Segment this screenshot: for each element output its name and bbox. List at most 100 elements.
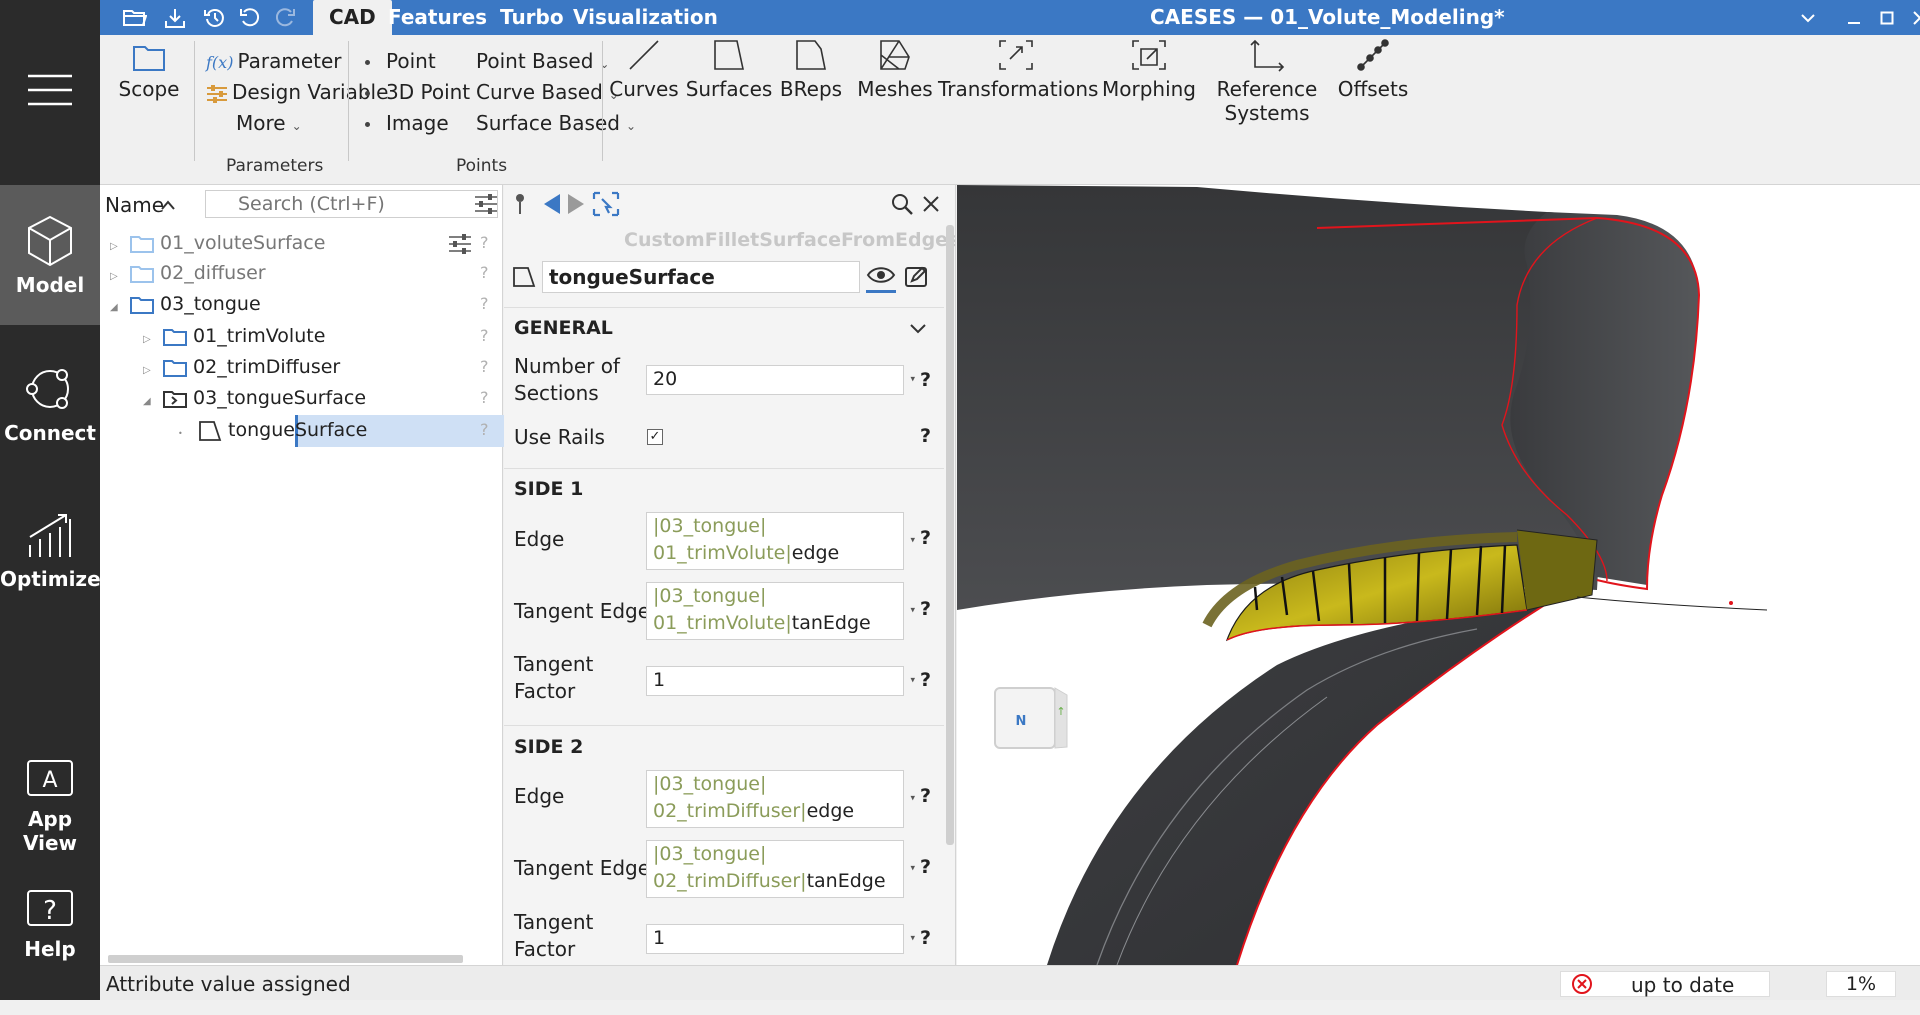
design-variable-button[interactable]: Design Variable (206, 80, 388, 104)
help-icon[interactable]: ? (920, 425, 931, 447)
curve-based-dropdown[interactable]: Curve Based ⌄ (476, 80, 619, 104)
nav-model[interactable]: Model (0, 185, 100, 325)
collapse-arrow-icon[interactable]: ◢ (110, 293, 124, 323)
3d-viewport[interactable]: N ↑ (957, 185, 1920, 965)
filter-sliders-icon[interactable] (474, 193, 498, 215)
tree-item[interactable]: ▷ 01_trimVolute (143, 321, 325, 351)
help-icon[interactable]: ? (920, 785, 931, 807)
help-icon[interactable]: ? (480, 326, 489, 345)
offsets-button[interactable]: Offsets (1330, 37, 1416, 101)
morphing-button[interactable]: Morphing (1094, 37, 1204, 101)
image-button[interactable]: Image (365, 111, 449, 135)
help-icon[interactable]: ? (480, 294, 489, 313)
tab-visualization[interactable]: Visualization (557, 0, 734, 35)
surfaces-button[interactable]: Surfaces (684, 37, 774, 101)
open-folder-icon[interactable] (115, 0, 155, 35)
collapse-arrow-icon[interactable]: ◢ (143, 387, 157, 417)
help-icon[interactable]: ? (920, 369, 931, 391)
transformations-button[interactable]: Transformations (938, 37, 1098, 101)
help-icon[interactable]: ? (480, 420, 489, 439)
side2-tangent-factor-input[interactable]: 1 ▾ (646, 924, 915, 954)
tree-item-label: 03_tongueSurface (193, 387, 367, 409)
side1-tangent-edge-input[interactable]: |03_tongue| 01_trimVolute|tanEdge ▾ (646, 582, 915, 640)
help-icon[interactable]: ? (920, 927, 931, 949)
redo-icon[interactable] (265, 0, 305, 35)
help-icon[interactable]: ? (920, 856, 931, 878)
help-icon[interactable]: ? (480, 233, 489, 252)
feature-folder-icon (163, 390, 188, 408)
use-rails-checkbox[interactable]: ✓ (647, 429, 663, 445)
side1-edge-input[interactable]: |03_tongue| 01_trimVolute|edge ▾ (646, 512, 915, 570)
model-tree-panel: Name ▷ 01_voluteSurface ? ▷ 02_diffuser … (100, 185, 575, 965)
parameters-sliders-icon[interactable] (448, 233, 472, 255)
help-icon: ? (27, 890, 73, 926)
close-window-icon[interactable] (1900, 0, 1920, 35)
nav-help-label: Help (24, 937, 76, 961)
help-icon[interactable]: ? (480, 263, 489, 282)
history-icon[interactable] (195, 0, 235, 35)
save-icon[interactable] (155, 0, 195, 35)
nav-model-label: Model (15, 273, 85, 297)
transformations-label: Transformations (938, 77, 1099, 101)
hamburger-menu-icon[interactable] (0, 40, 100, 140)
edit-icon[interactable] (904, 265, 930, 294)
help-icon[interactable]: ? (920, 669, 931, 691)
nav-help[interactable]: ? Help (0, 875, 100, 1015)
object-name-field[interactable]: tongueSurface (542, 261, 860, 293)
nav-app-view[interactable]: A App View (0, 745, 100, 885)
help-icon[interactable]: ? (480, 388, 489, 407)
view-cube[interactable]: N ↑ (994, 687, 1068, 749)
side2-edge-input[interactable]: |03_tongue| 02_trimDiffuser|edge ▾ (646, 770, 915, 828)
tree-item[interactable]: ▷ 01_voluteSurface (110, 228, 325, 258)
optimize-icon (29, 514, 71, 557)
expand-arrow-icon[interactable]: ▷ (143, 325, 157, 355)
help-icon[interactable]: ? (480, 357, 489, 376)
sort-chevron-up-icon[interactable] (160, 199, 176, 211)
tree-item-selected[interactable]: • tongueSurface (178, 415, 367, 445)
help-icon[interactable]: ? (920, 527, 931, 549)
expand-arrow-icon[interactable]: ▷ (110, 262, 124, 292)
close-icon[interactable] (922, 187, 940, 221)
side1-tangent-factor-input[interactable]: 1 ▾ (646, 666, 915, 696)
point-label: Point (386, 49, 436, 73)
point-button[interactable]: Point (365, 49, 436, 73)
point-based-dropdown[interactable]: Point Based ⌄ (476, 49, 609, 73)
help-icon[interactable]: ? (920, 598, 931, 620)
nav-optimize[interactable]: Optimize (0, 495, 101, 635)
meshes-button[interactable]: Meshes (852, 37, 938, 101)
update-status[interactable]: up to date (1560, 971, 1770, 997)
back-arrow-icon[interactable] (542, 187, 562, 221)
dropdown-arrow-icon: ▾ (910, 863, 915, 874)
tree-item[interactable]: ◢ 03_tongueSurface (143, 383, 366, 413)
nav-connect[interactable]: Connect (0, 345, 100, 485)
search-icon[interactable] (890, 187, 914, 221)
tree-item[interactable]: ▷ 02_trimDiffuser (143, 352, 340, 382)
side2-tangent-edge-input[interactable]: |03_tongue| 02_trimDiffuser|tanEdge ▾ (646, 840, 915, 898)
reference-systems-button[interactable]: Reference Systems (1204, 37, 1330, 125)
folder-icon (163, 359, 188, 377)
horizontal-scrollbar[interactable] (108, 955, 463, 963)
forward-arrow-icon[interactable] (566, 187, 586, 221)
surface-based-dropdown[interactable]: Surface Based ⌄ (476, 111, 636, 135)
tree-item[interactable]: ▷ 02_diffuser (110, 258, 266, 288)
visibility-eye-icon[interactable] (866, 263, 896, 293)
breps-button[interactable]: BReps (774, 37, 848, 101)
expand-arrow-icon[interactable]: ▷ (143, 356, 157, 386)
more-dropdown[interactable]: More ⌄ (236, 111, 302, 135)
scope-button[interactable]: Scope (114, 43, 184, 101)
curves-button[interactable]: Curves (604, 37, 684, 101)
select-in-view-icon[interactable] (592, 187, 620, 221)
parameter-button[interactable]: f(x) Parameter (206, 49, 342, 73)
chevron-down-icon[interactable] (909, 323, 927, 335)
tree-item[interactable]: ◢ 03_tongue (110, 289, 261, 319)
ribbon-collapse-chevron-icon[interactable] (1788, 0, 1828, 35)
svg-text:↑: ↑ (1056, 705, 1065, 718)
nav-optimize-label: Optimize (0, 567, 101, 591)
error-circle-icon (1572, 974, 1592, 994)
pin-icon[interactable] (512, 187, 528, 221)
tree-search-input[interactable] (205, 190, 498, 218)
vertical-scrollbar[interactable] (946, 225, 954, 845)
undo-icon[interactable] (230, 0, 270, 35)
point3d-button[interactable]: 3D Point (365, 80, 470, 104)
num-sections-input[interactable]: 20 ▾ (646, 365, 915, 395)
